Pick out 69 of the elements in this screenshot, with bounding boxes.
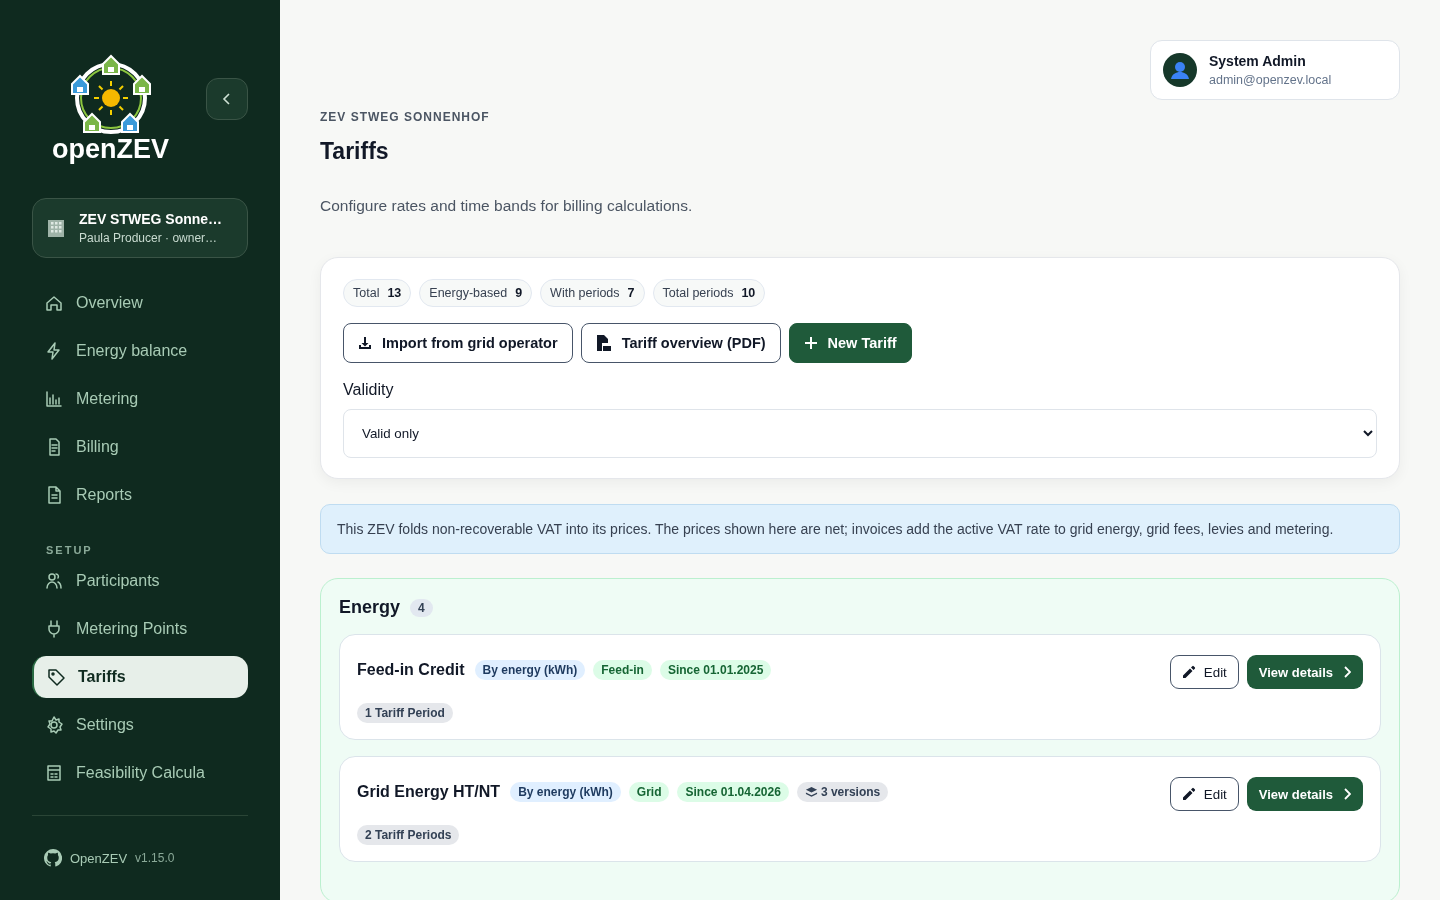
stat-chip: Total periods 10 bbox=[652, 279, 766, 307]
users-icon bbox=[44, 571, 64, 591]
periods-tag: 1 Tariff Period bbox=[357, 703, 453, 723]
pdf-file-icon bbox=[595, 334, 612, 352]
section-heading: SETUP bbox=[46, 544, 94, 556]
github-icon bbox=[44, 849, 62, 867]
edit-button[interactable]: Edit bbox=[1169, 777, 1239, 811]
stat-chip: With periods 7 bbox=[540, 279, 645, 307]
building-icon bbox=[45, 217, 67, 239]
user-card[interactable]: System Admin admin@openzev.local bbox=[1150, 40, 1400, 100]
nav-item[interactable]: Tariffs bbox=[32, 656, 248, 698]
unit-tag: By energy (kWh) bbox=[474, 660, 586, 680]
versions-tag: 3 versions bbox=[796, 782, 889, 802]
date-tag: Since 01.01.2025 bbox=[659, 660, 772, 680]
avatar-icon bbox=[1163, 53, 1197, 87]
periods-tag: 2 Tariff Periods bbox=[357, 825, 460, 845]
logo-text: openZEV bbox=[52, 133, 169, 165]
view-details-button[interactable]: View details bbox=[1246, 777, 1363, 811]
page-eyebrow: ZEV STWEG SONNENHOF bbox=[320, 110, 491, 124]
nav-item[interactable]: Metering bbox=[32, 378, 248, 420]
section-title: Energy bbox=[339, 597, 401, 618]
calculator-icon bbox=[44, 763, 64, 783]
tariff-name: Grid Energy HT/NT bbox=[357, 783, 501, 801]
user-name: System Admin bbox=[1209, 53, 1307, 69]
new-tariff-button[interactable]: New Tariff bbox=[788, 323, 912, 363]
community-subtitle: Paula Producer · owner… bbox=[79, 231, 219, 245]
stat-chip: Energy-based 9 bbox=[419, 279, 533, 307]
collapse-button[interactable] bbox=[206, 78, 248, 120]
date-tag: Since 01.04.2026 bbox=[677, 782, 789, 802]
chevron-right-icon bbox=[1343, 788, 1351, 800]
nav-item[interactable]: Settings bbox=[32, 704, 248, 746]
app-name[interactable]: OpenZEV bbox=[70, 850, 128, 866]
chevron-right-icon bbox=[1343, 666, 1351, 678]
vat-notice: This ZEV folds non-recoverable VAT into its prices. The prices shown here are net; invoices add the active VAT rate to grid energy, grid fees, levies and metering. bbox=[320, 504, 1400, 554]
nav-item[interactable]: Metering Points bbox=[32, 608, 248, 650]
community-name: ZEV STWEG Sonne… bbox=[79, 211, 223, 227]
version-text: v1.15.0 bbox=[135, 851, 175, 865]
tariff-name: Feed-in Credit bbox=[357, 661, 465, 679]
page-title: Tariffs bbox=[320, 138, 390, 165]
import-button[interactable]: Import from grid operator bbox=[343, 323, 573, 363]
plus-icon bbox=[803, 336, 818, 350]
field-label: Validity bbox=[343, 381, 395, 399]
bar-chart-icon bbox=[44, 389, 64, 409]
view-details-button[interactable]: View details bbox=[1246, 655, 1363, 689]
nav-item[interactable]: Overview bbox=[32, 282, 248, 324]
nav-item[interactable]: Billing bbox=[32, 426, 248, 468]
unit-tag: By energy (kWh) bbox=[510, 782, 621, 802]
pdf-button[interactable]: Tariff overview (PDF) bbox=[580, 323, 781, 363]
type-tag: Feed-in bbox=[593, 660, 652, 680]
validity-select[interactable]: Valid only bbox=[343, 409, 1377, 458]
layers-icon bbox=[804, 785, 818, 799]
count-badge: 4 bbox=[410, 598, 433, 617]
nav-item[interactable]: Energy balance bbox=[32, 330, 248, 372]
gear-icon bbox=[44, 715, 64, 735]
download-icon bbox=[358, 336, 372, 350]
pencil-icon bbox=[1181, 665, 1196, 679]
nav-item[interactable]: Feasibility Calcula bbox=[32, 752, 248, 794]
chevron-left-icon bbox=[222, 93, 232, 105]
type-tag: Grid bbox=[628, 782, 670, 802]
nav-item[interactable]: Participants bbox=[32, 560, 248, 602]
stat-chip: Total 13 bbox=[343, 279, 412, 307]
tag-icon bbox=[46, 667, 66, 687]
pencil-icon bbox=[1181, 787, 1196, 801]
edit-button[interactable]: Edit bbox=[1169, 655, 1239, 689]
community-switcher[interactable]: ZEV STWEG Sonne… Paula Producer · owner… bbox=[32, 198, 248, 258]
home-icon bbox=[44, 293, 64, 313]
user-email: admin@openzev.local bbox=[1209, 73, 1332, 87]
page-subtitle: Configure rates and time bands for billing calculations. bbox=[320, 197, 694, 215]
nav-item[interactable]: Reports bbox=[32, 474, 248, 516]
